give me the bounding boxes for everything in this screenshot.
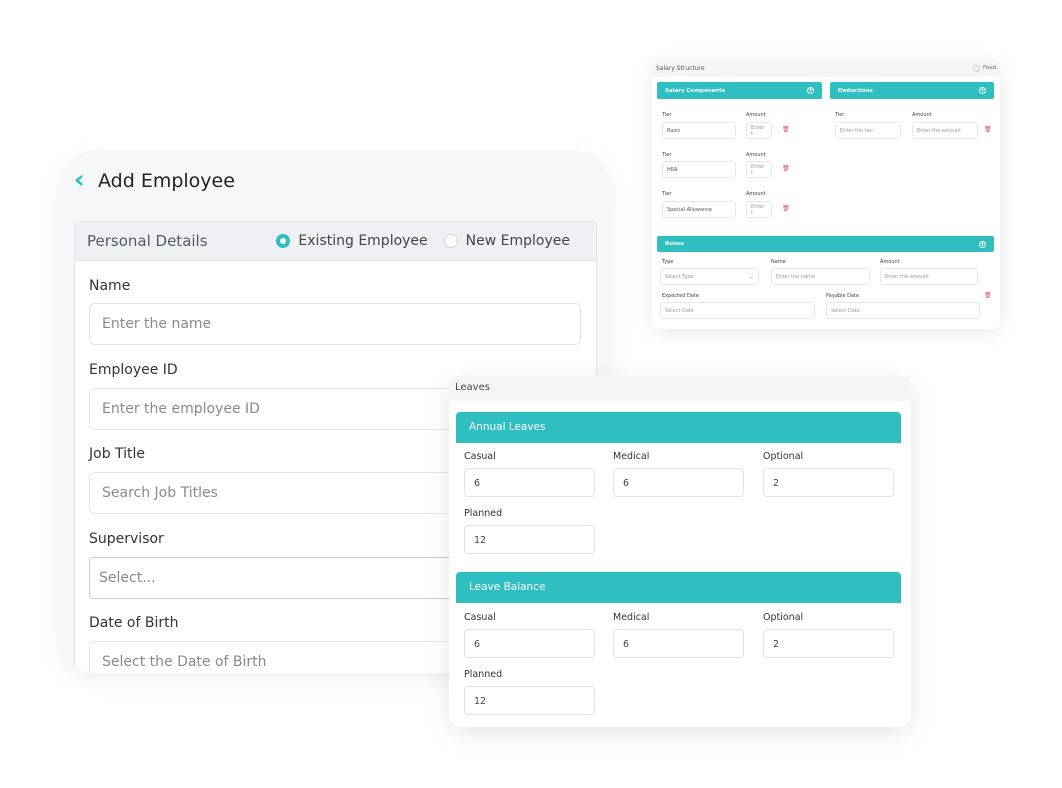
balance-planned-label: Planned [464, 669, 503, 680]
deductions-title: Deductions [838, 87, 873, 94]
annual-casual-label: Casual [464, 451, 496, 462]
bonus-type-select[interactable]: Select Type ⌄ [660, 268, 759, 285]
add-employee-header: ‹ Add Employee [74, 167, 235, 193]
deduction-amount-input[interactable]: Enter the amount [912, 122, 978, 139]
annual-medical-label: Medical [613, 451, 650, 462]
balance-medical-input[interactable]: 6 [613, 629, 744, 658]
job-title-label: Job Title [89, 446, 146, 462]
personal-details-header: Personal Details Existing Employee New E… [75, 222, 596, 261]
radio-checked-icon[interactable] [276, 234, 291, 248]
deductions-bar: Deductions + [830, 82, 994, 99]
annual-planned-input[interactable]: 12 [464, 525, 595, 554]
fixed-toggle[interactable] [973, 64, 981, 72]
bonus-title: Bonus [665, 241, 685, 247]
name-label: Name [89, 278, 131, 294]
radio-new-employee[interactable]: New Employee [443, 233, 570, 249]
annual-medical-input[interactable]: 6 [613, 468, 744, 497]
annual-leaves-title: Annual Leaves [469, 421, 546, 433]
annual-optional-label: Optional [763, 451, 804, 462]
component-amount-input[interactable]: Enter t [746, 161, 772, 178]
delete-trash-icon[interactable]: 🗑 [984, 292, 992, 299]
add-deduction-plus-icon[interactable]: + [979, 87, 986, 94]
deduction-tier-input[interactable]: Enter the tier [835, 122, 901, 139]
payable-date-label: Payable Date [826, 293, 860, 299]
amount-label: Amount [912, 112, 932, 118]
salary-structure-card: Salary Structure Fixed Salary Components… [652, 59, 1000, 329]
bonus-name-input[interactable]: Enter the name [771, 268, 870, 285]
fixed-toggle-label: Fixed [983, 65, 996, 71]
leaves-topbar: Leaves [449, 376, 911, 401]
tier-label: Tier [662, 152, 672, 158]
leaves-title: Leaves [455, 382, 490, 393]
tier-label: Tier [835, 112, 845, 118]
personal-details-title: Personal Details [87, 232, 208, 250]
amount-label: Amount [746, 191, 766, 197]
bonus-bar: Bonus + [657, 236, 994, 252]
balance-casual-input[interactable]: 6 [464, 629, 595, 658]
radio-new-label: New Employee [465, 233, 570, 249]
salary-components-title: Salary Components [665, 87, 726, 94]
chevron-down-icon: ⌄ [749, 273, 754, 280]
annual-planned-label: Planned [464, 508, 503, 519]
type-label: Type [662, 259, 674, 265]
balance-optional-label: Optional [763, 612, 804, 623]
salary-structure-topbar: Salary Structure Fixed [652, 59, 1000, 77]
tier-label: Tier [662, 191, 672, 197]
name-input[interactable] [89, 303, 581, 345]
tier-label: Tier [662, 112, 672, 118]
balance-medical-label: Medical [613, 612, 650, 623]
add-bonus-plus-icon[interactable]: + [979, 240, 986, 248]
salary-components-bar: Salary Components + [657, 82, 822, 99]
delete-trash-icon[interactable]: 🗑 [782, 126, 790, 133]
amount-label: Amount [746, 112, 766, 118]
leave-balance-bar: Leave Balance [456, 572, 901, 603]
add-component-plus-icon[interactable]: + [807, 87, 814, 94]
component-tier-input[interactable]: HRA [662, 161, 736, 178]
expected-date-label: Expected Date [662, 293, 699, 299]
radio-existing-label: Existing Employee [298, 233, 428, 249]
component-tier-input[interactable]: Special Allowance [662, 201, 736, 218]
back-chevron-icon[interactable]: ‹ [74, 167, 94, 193]
salary-structure-title: Salary Structure [656, 64, 705, 72]
delete-trash-icon[interactable]: 🗑 [984, 126, 992, 133]
annual-leaves-bar: Annual Leaves [456, 412, 901, 443]
balance-planned-input[interactable]: 12 [464, 686, 595, 715]
radio-existing-employee[interactable]: Existing Employee [276, 233, 428, 249]
leave-balance-title: Leave Balance [469, 581, 546, 593]
expected-date-input[interactable]: Select Date [660, 302, 815, 319]
bonus-name-label: Name [771, 259, 786, 265]
delete-trash-icon[interactable]: 🗑 [782, 205, 790, 212]
balance-optional-input[interactable]: 2 [763, 629, 894, 658]
delete-trash-icon[interactable]: 🗑 [782, 165, 790, 172]
bonus-type-value: Select Type [665, 273, 694, 280]
bonus-amount-label: Amount [880, 259, 900, 265]
annual-casual-input[interactable]: 6 [464, 468, 595, 497]
page-title: Add Employee [98, 170, 235, 192]
radio-unchecked-icon[interactable] [443, 234, 458, 248]
leaves-card: Leaves Annual Leaves Casual Medical Opti… [449, 376, 911, 727]
amount-label: Amount [746, 152, 766, 158]
payable-date-input[interactable]: Select Date [826, 302, 980, 319]
annual-optional-input[interactable]: 2 [763, 468, 894, 497]
balance-casual-label: Casual [464, 612, 496, 623]
component-tier-input[interactable]: Basic [662, 122, 736, 139]
bonus-amount-input[interactable]: Enter the amount [880, 268, 978, 285]
component-amount-input[interactable]: Enter t [746, 122, 772, 139]
dob-label: Date of Birth [89, 615, 179, 631]
employee-id-label: Employee ID [89, 362, 178, 378]
supervisor-label: Supervisor [89, 531, 164, 547]
component-amount-input[interactable]: Enter t [746, 201, 772, 218]
